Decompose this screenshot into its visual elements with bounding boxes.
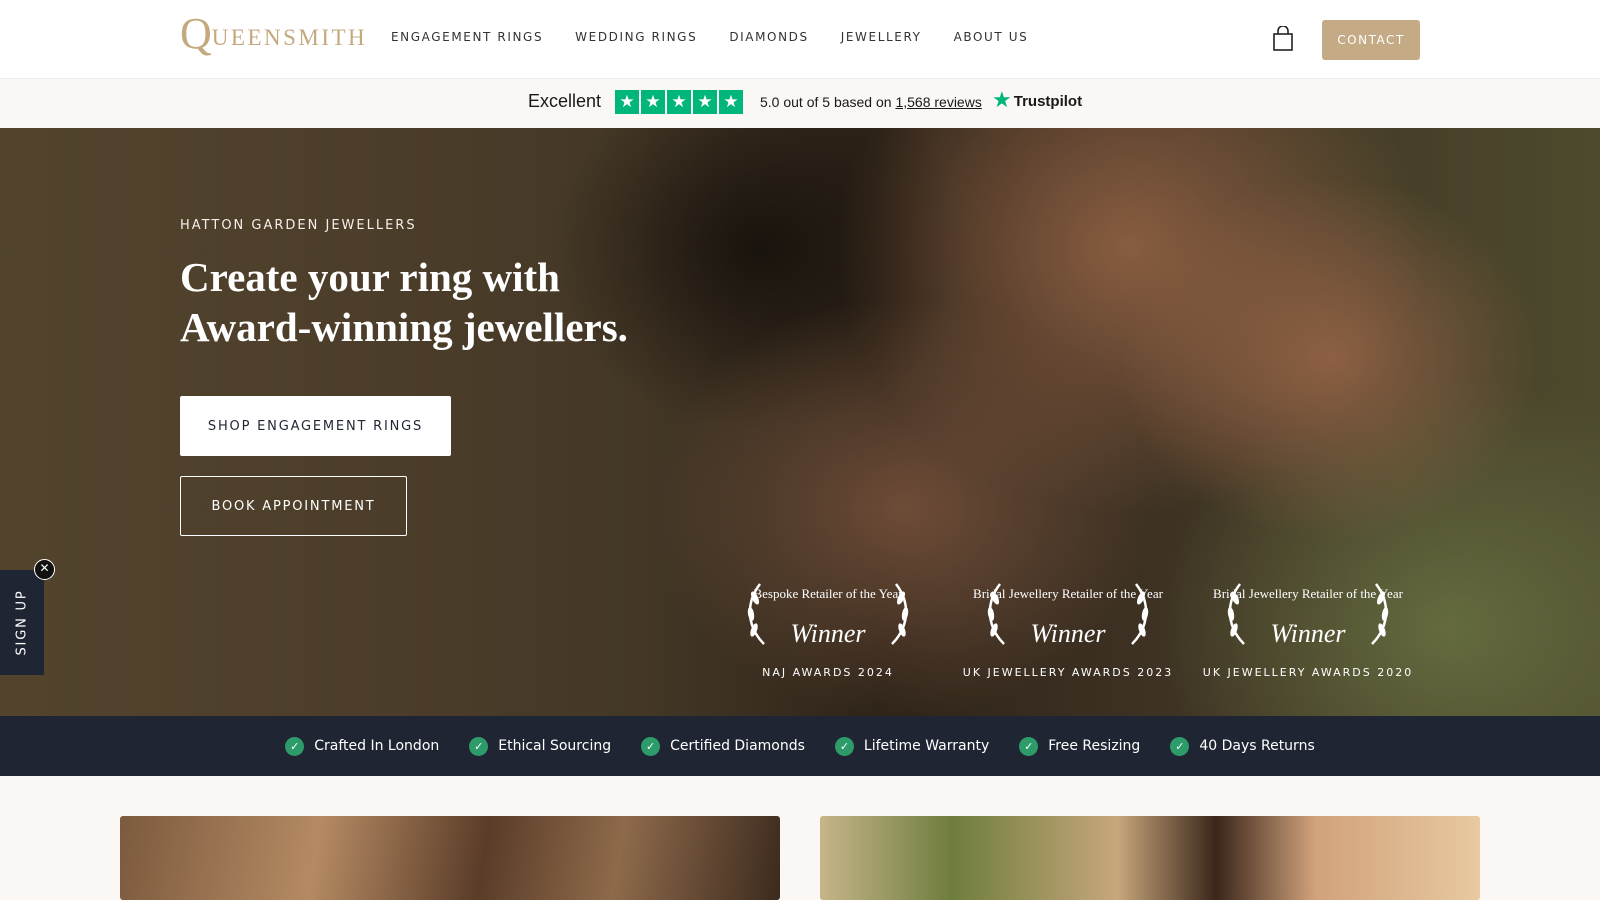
usp-item: ✓ Ethical Sourcing [469, 736, 612, 756]
usp-item: ✓ 40 Days Returns [1170, 736, 1315, 756]
shop-engagement-rings-button[interactable]: SHOP ENGAGEMENT RINGS [180, 396, 451, 456]
usp-item: ✓ Crafted In London [285, 736, 440, 756]
feature-card-craft-image[interactable] [120, 816, 780, 900]
award-title: Bespoke Retailer of the Year [753, 586, 903, 601]
usp-label: Certified Diamonds [670, 738, 805, 754]
star-icon: ★ [693, 90, 717, 114]
trustpilot-star-icon: ★ [992, 88, 1012, 113]
trustpilot-rating-word: Excellent [528, 91, 602, 111]
hero-banner: HATTON GARDEN JEWELLERS Create your ring… [0, 128, 1600, 716]
award-org: UK JEWELLERY AWARDS 2023 [962, 666, 1174, 679]
check-icon: ✓ [285, 736, 305, 756]
contact-button[interactable]: CONTACT [1322, 20, 1420, 60]
star-icon: ★ [641, 90, 665, 114]
usp-item: ✓ Free Resizing [1019, 736, 1141, 756]
usp-bar: ✓ Crafted In London ✓ Ethical Sourcing ✓ Ce… [0, 716, 1600, 776]
award-badge-naj-2024: Bespoke Retailer of the Year Winner NAJ … [713, 580, 943, 680]
usp-item: ✓ Certified Diamonds [641, 736, 805, 756]
usp-label: Lifetime Warranty [863, 738, 990, 754]
award-org: UK JEWELLERY AWARDS 2020 [1202, 666, 1414, 679]
trustpilot-bar[interactable]: Excellent ★ ★ ★ ★ ★ 5.0 out of 5 based o… [0, 79, 1600, 128]
trustpilot-score-text: 5.0 out of 5 based on [760, 94, 892, 110]
check-icon: ✓ [641, 736, 661, 756]
hero-kicker: HATTON GARDEN JEWELLERS [180, 218, 417, 233]
award-org: NAJ AWARDS 2024 [762, 666, 894, 679]
award-winner: Winner [790, 619, 866, 648]
usp-item: ✓ Lifetime Warranty [834, 736, 990, 756]
nav-engagement-rings[interactable]: ENGAGEMENT RINGS [391, 30, 543, 44]
usp-label: 40 Days Returns [1199, 738, 1315, 754]
close-icon[interactable]: ✕ [34, 559, 55, 580]
check-icon: ✓ [834, 736, 854, 756]
award-title: Bridal Jewellery Retailer of the Year [1213, 586, 1403, 601]
hero-headline: Create your ring with Award-winning jewe… [180, 254, 628, 350]
check-icon: ✓ [1170, 736, 1190, 756]
queensmith-logo[interactable]: Q UEENSMITH [180, 9, 368, 58]
shopping-bag-icon[interactable] [1272, 25, 1294, 52]
trustpilot-stars: ★ ★ ★ ★ ★ [615, 90, 743, 114]
award-title: Bridal Jewellery Retailer of the Year [973, 586, 1163, 601]
check-icon: ✓ [1019, 736, 1039, 756]
star-icon: ★ [667, 90, 691, 114]
usp-label: Crafted In London [314, 738, 440, 754]
award-badge-ukja-2023: Bridal Jewellery Retailer of the Year Wi… [953, 580, 1183, 680]
check-icon: ✓ [469, 736, 489, 756]
feature-card-showroom-image[interactable] [820, 816, 1480, 900]
nav-about-us[interactable]: ABOUT US [954, 30, 1029, 44]
logo-initial: Q [180, 9, 212, 58]
usp-label: Ethical Sourcing [498, 738, 612, 754]
book-appointment-button[interactable]: BOOK APPOINTMENT [180, 476, 407, 536]
signup-tab[interactable]: SIGN UP [0, 570, 44, 675]
main-nav: ENGAGEMENT RINGS WEDDING RINGS DIAMONDS … [391, 30, 1028, 44]
trustpilot-logo[interactable]: ★ Trustpilot [992, 88, 1083, 113]
star-icon: ★ [615, 90, 639, 114]
site-header: Q UEENSMITH ENGAGEMENT RINGS WEDDING RIN… [0, 0, 1600, 79]
nav-jewellery[interactable]: JEWELLERY [841, 30, 922, 44]
logo-wordmark: UEENSMITH [211, 25, 368, 50]
award-badge-ukja-2020: Bridal Jewellery Retailer of the Year Wi… [1193, 580, 1423, 680]
award-winner: Winner [1030, 619, 1106, 648]
trustpilot-brand: Trustpilot [1013, 92, 1083, 110]
award-winner: Winner [1270, 619, 1346, 648]
star-icon: ★ [719, 90, 743, 114]
usp-label: Free Resizing [1048, 738, 1141, 754]
nav-wedding-rings[interactable]: WEDDING RINGS [575, 30, 697, 44]
trustpilot-reviews-link[interactable]: 1,568 reviews [895, 94, 981, 110]
trustpilot-score: 5.0 out of 5 based on 1,568 reviews [760, 94, 982, 110]
signup-label: SIGN UP [14, 589, 30, 656]
nav-diamonds[interactable]: DIAMONDS [729, 30, 808, 44]
